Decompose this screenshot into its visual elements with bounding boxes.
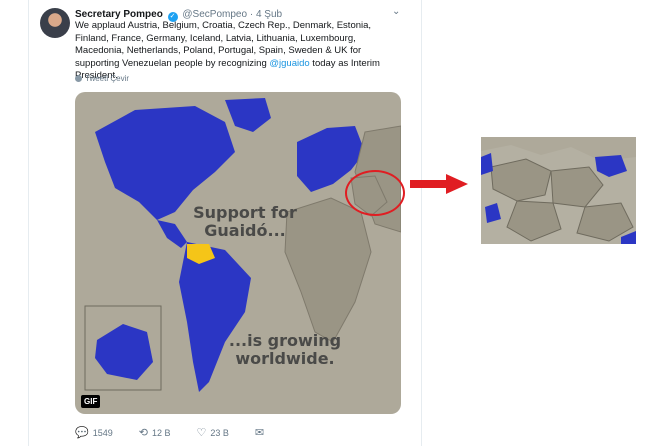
chevron-down-icon[interactable]: ⌄ <box>392 6 400 17</box>
heart-icon: ♡ <box>196 427 207 439</box>
south-america-shape <box>179 242 251 392</box>
retweet-count: 12 B <box>151 427 171 438</box>
like-count: 23 B <box>210 427 229 438</box>
zoomed-map-detail <box>481 137 636 244</box>
central-america-shape <box>157 220 187 248</box>
tweet-media-gif[interactable]: Support for Guaidó... ...is growing worl… <box>75 92 401 414</box>
avatar[interactable] <box>40 8 70 38</box>
gif-badge: GIF <box>81 395 101 408</box>
headline-support: Support for Guaidó... <box>193 203 297 240</box>
annotation-arrow-head <box>446 174 468 194</box>
reply-icon: 💬 <box>75 427 89 439</box>
tweet-actions: 💬 1549 ⟲ 12 B ♡ 23 B ✉ <box>75 426 264 439</box>
author-name[interactable]: Secretary Pompeo <box>75 9 163 20</box>
australia-shape <box>95 324 153 380</box>
reply-button[interactable]: 💬 1549 <box>75 426 113 439</box>
reply-count: 1549 <box>92 427 113 438</box>
zoomed-map <box>481 137 636 244</box>
separator-dot: · <box>249 9 254 20</box>
envelope-icon: ✉ <box>254 427 265 439</box>
retweet-button[interactable]: ⟲ 12 B <box>139 426 171 439</box>
headline-growing: ...is growing worldwide. <box>228 331 342 368</box>
tweet-date[interactable]: 4 Şub <box>256 9 282 20</box>
greenland-shape <box>225 98 271 132</box>
message-button[interactable]: ✉ <box>255 426 264 439</box>
retweet-icon: ⟲ <box>138 427 148 439</box>
translate-label: Tweeti Çevir <box>85 74 130 83</box>
like-button[interactable]: ♡ 23 B <box>196 426 228 439</box>
highlight-circle <box>345 170 405 216</box>
author-handle[interactable]: @SecPompeo <box>182 9 247 20</box>
annotation-arrow-line <box>410 180 450 188</box>
globe-icon <box>75 75 82 82</box>
mention-link[interactable]: @jguaido <box>269 58 309 69</box>
translate-tweet-link[interactable]: Tweeti Çevir <box>75 74 129 83</box>
